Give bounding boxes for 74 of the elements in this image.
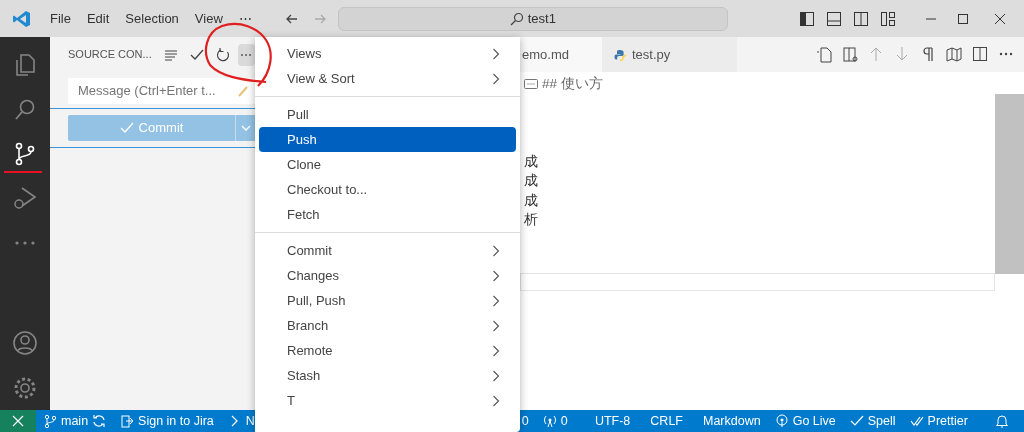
status-item[interactable]: 0 (535, 410, 575, 432)
editor-tab[interactable]: emo.md (520, 37, 602, 72)
menu-item[interactable]: Fetch (259, 202, 516, 227)
status-item[interactable]: Sign in to Jira (113, 410, 221, 432)
layout-grid-icon[interactable] (880, 10, 896, 27)
menu-item[interactable]: Edit (78, 8, 118, 29)
menu-item[interactable]: Push (259, 127, 516, 152)
active-underline (4, 171, 42, 174)
check-icon (849, 414, 864, 428)
play-bug-icon[interactable] (12, 185, 38, 212)
code-text: 成 (524, 191, 538, 210)
split-layout-icon[interactable] (853, 10, 869, 27)
split-search-icon[interactable] (842, 46, 858, 63)
panel-toggle-icon[interactable] (826, 10, 842, 27)
check-icon[interactable] (189, 47, 204, 62)
menu-item[interactable]: File (42, 8, 79, 29)
more-actions-button[interactable]: ⋯ (237, 43, 255, 66)
status-item[interactable]: main (36, 410, 114, 432)
refresh-icon[interactable] (215, 47, 230, 62)
pilcrow-icon[interactable] (920, 46, 936, 63)
code-text: 成 (524, 172, 538, 190)
account-icon[interactable] (12, 330, 38, 357)
menu-item[interactable]: T (259, 388, 516, 413)
maximize-icon[interactable] (957, 12, 969, 25)
menu-item[interactable]: View (186, 8, 231, 29)
editor-tab[interactable]: test.py (602, 37, 737, 72)
menu-item[interactable]: Checkout to... (259, 177, 516, 202)
menu-item[interactable]: ⋯ (230, 8, 260, 29)
menu-item[interactable]: Remote (259, 338, 516, 363)
status-item[interactable]: UTF-8 (587, 410, 638, 432)
status-item[interactable]: Prettier (902, 410, 975, 432)
list-icon[interactable] (163, 47, 178, 62)
sidebar-toggle-icon[interactable] (799, 10, 815, 27)
sync-icon (92, 414, 107, 428)
menu-item[interactable]: Stash (259, 363, 516, 388)
menu-item[interactable]: Clone (259, 152, 516, 177)
menu-item[interactable]: Changes (259, 263, 516, 288)
status-item[interactable] (0, 410, 36, 432)
code-text: ## 使い方 (542, 75, 603, 93)
map-icon[interactable] (946, 46, 962, 63)
python-icon (614, 48, 626, 61)
branch-icon (43, 414, 57, 428)
menu-item[interactable]: Selection (117, 8, 187, 29)
close-icon[interactable] (994, 12, 1006, 25)
command-center-search[interactable]: test1 (337, 6, 728, 31)
check-icon (119, 121, 134, 135)
message-input[interactable]: Message (Ctrl+Enter t... (68, 78, 255, 104)
menu-item[interactable]: View & Sort (259, 66, 516, 91)
menu-item[interactable]: Pull (259, 102, 516, 127)
search-icon (509, 11, 524, 26)
text-abc-icon (524, 78, 538, 89)
antenna-icon (542, 414, 557, 428)
menu-item[interactable]: Pull, Push (259, 288, 516, 313)
caret-icon (240, 124, 251, 132)
code-text: 析 (524, 211, 538, 229)
status-item[interactable]: Go Live (767, 410, 843, 432)
menu-item[interactable]: Branch (259, 313, 516, 338)
sidebar-title: SOURCE CON... (68, 47, 152, 63)
status-item[interactable]: N (220, 410, 262, 432)
app-logo-icon (12, 8, 32, 29)
sign-in-icon (120, 414, 135, 428)
status-item[interactable]: CRLF (643, 410, 690, 432)
status-item[interactable]: Markdown (696, 410, 768, 432)
menu-item[interactable]: Views (259, 41, 516, 66)
menu-item[interactable]: Commit (259, 238, 516, 263)
double-check-icon (909, 414, 924, 428)
bell-icon (995, 414, 1009, 428)
new-file-icon[interactable] (816, 46, 832, 63)
scrollbar-thumb[interactable] (995, 94, 1024, 274)
broadcast-icon (774, 414, 789, 428)
remote-icon (11, 414, 25, 428)
split-editor-icon[interactable] (972, 46, 988, 63)
status-item[interactable]: Spell (842, 410, 903, 432)
code-text: 成 (524, 152, 538, 171)
